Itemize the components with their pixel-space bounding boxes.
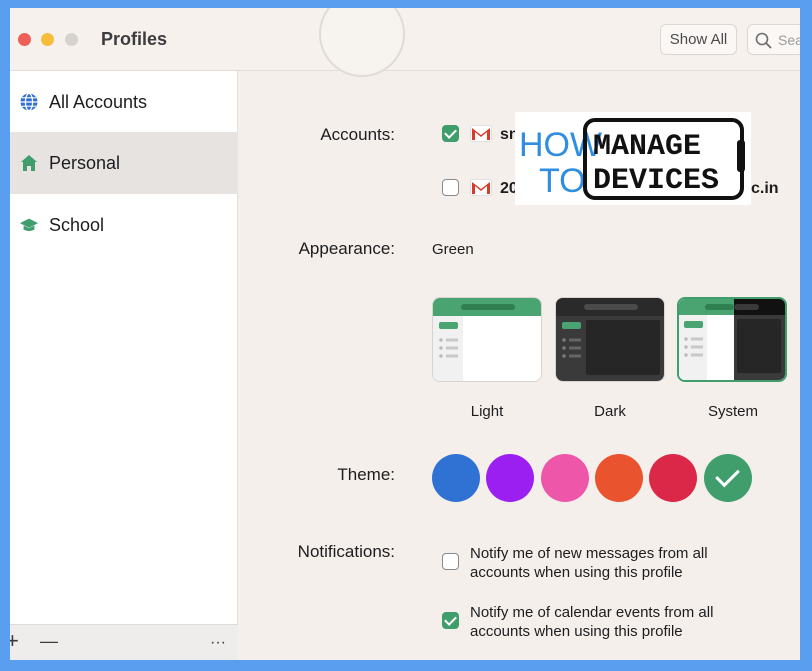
remove-profile-button[interactable]: —: [40, 630, 58, 652]
theme-swatch-green[interactable]: [703, 454, 752, 502]
graduation-cap-icon: [19, 215, 39, 235]
logo-text-how: HOW: [519, 126, 602, 164]
how-to-manage-devices-logo: HOW TO MANAGE DEVICES: [515, 112, 751, 205]
appearance-option-label: Light: [470, 403, 504, 420]
account-email-suffix: c.in: [751, 180, 779, 197]
notifications-label: Notifications:: [297, 542, 395, 561]
zoom-window-button[interactable]: [65, 33, 78, 46]
theme-label: Theme:: [337, 465, 395, 484]
profiles-window: Profiles Show All All Accounts: [10, 8, 800, 660]
theme-swatch-purple[interactable]: [486, 454, 535, 502]
home-icon: [19, 153, 39, 173]
theme-swatch-blue[interactable]: [432, 454, 480, 502]
more-options-button[interactable]: ···: [210, 632, 226, 654]
logo-text-devices: DEVICES: [593, 164, 719, 198]
appearance-option-light[interactable]: [432, 297, 542, 382]
appearance-label: Appearance:: [298, 239, 395, 258]
sidebar-item-label: Personal: [49, 152, 121, 173]
sidebar-item-school[interactable]: School: [10, 194, 238, 256]
appearance-option-label: Dark: [594, 403, 626, 420]
notify-new-messages-text: Notify me of new messages from all accou…: [470, 545, 708, 581]
sidebar-item-personal[interactable]: Personal: [10, 132, 238, 194]
notify-calendar-events-text: Notify me of calendar events from all ac…: [470, 604, 714, 640]
sidebar-footer: + — ···: [10, 624, 238, 660]
logo-text-to: TO: [539, 162, 586, 200]
search-input[interactable]: [778, 30, 800, 50]
theme-swatch-pink[interactable]: [540, 454, 589, 502]
appearance-option-system[interactable]: [677, 297, 787, 382]
minimize-window-button[interactable]: [41, 33, 54, 46]
profile-settings-pane: Accounts: sn 20 c.in HOW TO MANAGE DEVIC…: [239, 8, 800, 660]
sidebar-item-all-accounts[interactable]: All Accounts: [10, 71, 238, 133]
theme-swatch-orange[interactable]: [594, 454, 643, 502]
account-checkbox[interactable]: [442, 179, 459, 196]
notify-calendar-events-checkbox[interactable]: [442, 612, 459, 629]
window-title: Profiles: [101, 29, 168, 49]
gmail-icon: [470, 179, 492, 196]
appearance-option-label: System: [707, 403, 758, 420]
add-profile-button[interactable]: +: [10, 630, 19, 652]
appearance-value: Green: [432, 241, 474, 258]
accounts-label: Accounts:: [320, 125, 395, 144]
close-window-button[interactable]: [18, 33, 31, 46]
title-bar: Profiles Show All: [10, 8, 800, 71]
show-all-button[interactable]: Show All: [660, 24, 737, 55]
search-field[interactable]: [747, 24, 800, 55]
sidebar-item-label: School: [49, 214, 105, 235]
sidebar-item-label: All Accounts: [49, 91, 148, 112]
account-checkbox[interactable]: [442, 125, 459, 142]
globe-icon: [19, 92, 39, 112]
search-icon: [755, 32, 772, 49]
notify-new-messages-checkbox[interactable]: [442, 553, 459, 570]
appearance-option-dark[interactable]: [555, 297, 665, 382]
gmail-icon: [470, 125, 492, 142]
sidebar: All Accounts Personal School + — ···: [10, 71, 238, 660]
theme-swatch-red[interactable]: [649, 454, 698, 502]
logo-text-manage: MANAGE: [593, 130, 701, 164]
